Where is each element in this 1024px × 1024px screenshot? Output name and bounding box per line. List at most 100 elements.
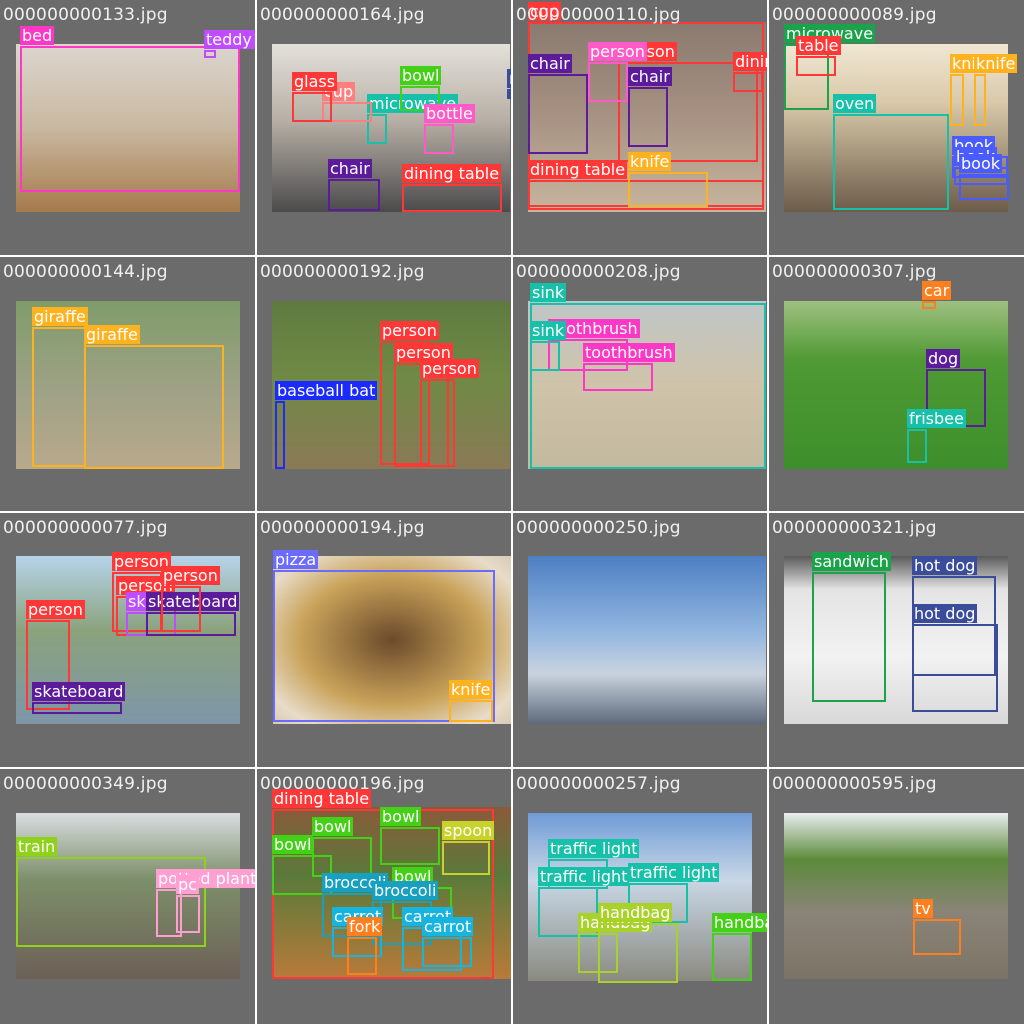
tile-filename: 000000000321.jpg bbox=[772, 518, 937, 538]
bounding-box bbox=[402, 184, 502, 212]
bounding-box bbox=[913, 919, 961, 955]
bbox-label: person bbox=[161, 566, 220, 585]
bounding-box bbox=[84, 345, 224, 469]
tile-filename: 000000000349.jpg bbox=[3, 774, 168, 794]
bounding-box bbox=[796, 56, 836, 76]
bounding-box bbox=[328, 179, 380, 211]
bounding-box bbox=[420, 379, 455, 467]
bbox-label: bed bbox=[20, 26, 55, 45]
bounding-box bbox=[712, 933, 752, 981]
tile[interactable]: traffic light traffic light traffic light h… bbox=[513, 769, 767, 1024]
bbox-label: tv bbox=[913, 899, 933, 918]
bounding-box bbox=[347, 937, 377, 975]
tile[interactable]: chair dining table microwave bowl bottle cup g… bbox=[257, 0, 511, 255]
bbox-label: potted plant bbox=[156, 869, 255, 888]
tile[interactable]: bed teddy bear 000000000133.jpg bbox=[0, 0, 255, 255]
bounding-box bbox=[812, 572, 886, 702]
tile[interactable]: personpersonpersonskateboardskateboardpe… bbox=[0, 513, 255, 767]
bounding-box bbox=[275, 401, 285, 469]
bounding-box bbox=[176, 895, 200, 933]
image-grid: bed teddy bear 000000000133.jpg chair dining… bbox=[0, 0, 1024, 1024]
bbox-label: baseball bat bbox=[275, 381, 378, 400]
bbox-label: bowl bbox=[312, 817, 354, 836]
bbox-label: chair bbox=[528, 54, 572, 73]
bbox-label: traffic light bbox=[628, 863, 720, 882]
bbox-label: glass bbox=[292, 72, 338, 91]
bbox-label: dining table bbox=[528, 160, 628, 179]
bbox-label: person bbox=[26, 600, 85, 619]
tile[interactable]: person person person baseball bat 0000000001… bbox=[257, 257, 511, 511]
bbox-label: sink bbox=[530, 283, 567, 302]
bounding-box bbox=[32, 702, 122, 714]
tile[interactable]: sink toothbrush sink toothbrush 000000000208… bbox=[513, 257, 767, 511]
tile[interactable]: car dog frisbee 000000000307.jpg bbox=[769, 257, 1024, 511]
bbox-label: carrot bbox=[422, 917, 474, 936]
tile-filename: 000000000144.jpg bbox=[3, 262, 168, 282]
bbox-label: hot dog bbox=[912, 556, 978, 575]
bbox-label: sandwich bbox=[812, 552, 891, 571]
tile-photo bbox=[528, 556, 766, 724]
bbox-label: skateboard bbox=[32, 682, 126, 701]
bbox-label: bottle bbox=[424, 104, 475, 123]
tile[interactable]: giraffe giraffe 000000000144.jpg bbox=[0, 257, 255, 511]
tile-filename: 000000000250.jpg bbox=[516, 518, 681, 538]
bbox-label: person bbox=[588, 42, 647, 61]
bbox-label: oven bbox=[833, 94, 877, 113]
tile[interactable]: pizza knife 000000000194.jpg bbox=[257, 513, 511, 767]
tile[interactable]: dining table bowl bowl bowl spoon bowl broccol… bbox=[257, 769, 511, 1024]
tile-filename: 000000000192.jpg bbox=[260, 262, 425, 282]
bounding-box bbox=[974, 74, 986, 126]
bounding-box bbox=[628, 172, 708, 207]
tile[interactable]: microwavetableovenknifeknifebookbookbook… bbox=[769, 0, 1024, 255]
bounding-box bbox=[598, 923, 678, 983]
bbox-label: fork bbox=[347, 917, 383, 936]
bbox-label: giraffe bbox=[84, 325, 140, 344]
bounding-box bbox=[912, 624, 998, 712]
bbox-label: dining table bbox=[402, 164, 502, 183]
tile[interactable]: 000000000250.jpg bbox=[513, 513, 767, 767]
bounding-box bbox=[530, 341, 560, 371]
tile-filename: 000000000089.jpg bbox=[772, 5, 937, 25]
bbox-label: sink bbox=[530, 321, 567, 340]
bbox-label: chair bbox=[328, 159, 372, 178]
bounding-box bbox=[950, 74, 964, 126]
tile-filename: 000000000208.jpg bbox=[516, 262, 681, 282]
bounding-box bbox=[442, 841, 490, 875]
tile-filename: 000000000110.jpg bbox=[516, 5, 681, 25]
bbox-label: bowl bbox=[380, 807, 422, 826]
bbox-label: car bbox=[922, 281, 952, 300]
bounding-box bbox=[628, 87, 668, 147]
tile-filename: 000000000257.jpg bbox=[516, 774, 681, 794]
bounding-box bbox=[424, 124, 454, 154]
bbox-label: table bbox=[796, 36, 841, 55]
tile[interactable]: sandwich hot dog hot dog 000000000321.jpg bbox=[769, 513, 1024, 767]
bbox-label: giraffe bbox=[32, 307, 88, 326]
bbox-label: broccoli bbox=[372, 881, 439, 900]
bbox-label: knife bbox=[974, 54, 1018, 73]
tile-filename: 000000000133.jpg bbox=[3, 5, 168, 25]
tile[interactable]: train potted plant pc 000000000349.jpg bbox=[0, 769, 255, 1024]
bbox-label: dining table bbox=[733, 52, 767, 71]
bounding-box bbox=[733, 72, 763, 92]
bounding-box bbox=[528, 74, 588, 154]
bbox-label: frisbee bbox=[907, 409, 966, 428]
bbox-label: person bbox=[380, 321, 439, 340]
bbox-label: hot dog bbox=[912, 604, 978, 623]
bounding-box bbox=[32, 327, 86, 467]
bounding-box bbox=[583, 363, 653, 391]
tile-filename: 000000000307.jpg bbox=[772, 262, 937, 282]
tile[interactable]: tv 000000000595.jpg bbox=[769, 769, 1024, 1024]
tile[interactable]: cup person chair chair dining table knife dini… bbox=[513, 0, 767, 255]
tile-filename: 000000000595.jpg bbox=[772, 774, 937, 794]
bbox-label: chair bbox=[628, 67, 672, 86]
tile-filename: 000000000164.jpg bbox=[260, 5, 425, 25]
bbox-label: toothbrush bbox=[583, 343, 675, 362]
bbox-label: handbag bbox=[712, 913, 767, 932]
bounding-box bbox=[507, 89, 511, 99]
bounding-box bbox=[959, 174, 1009, 200]
bbox-label: teddy bear bbox=[204, 30, 255, 49]
bounding-box bbox=[588, 62, 628, 102]
bounding-box bbox=[449, 700, 493, 722]
bounding-box bbox=[922, 301, 936, 309]
bounding-box bbox=[161, 586, 201, 632]
